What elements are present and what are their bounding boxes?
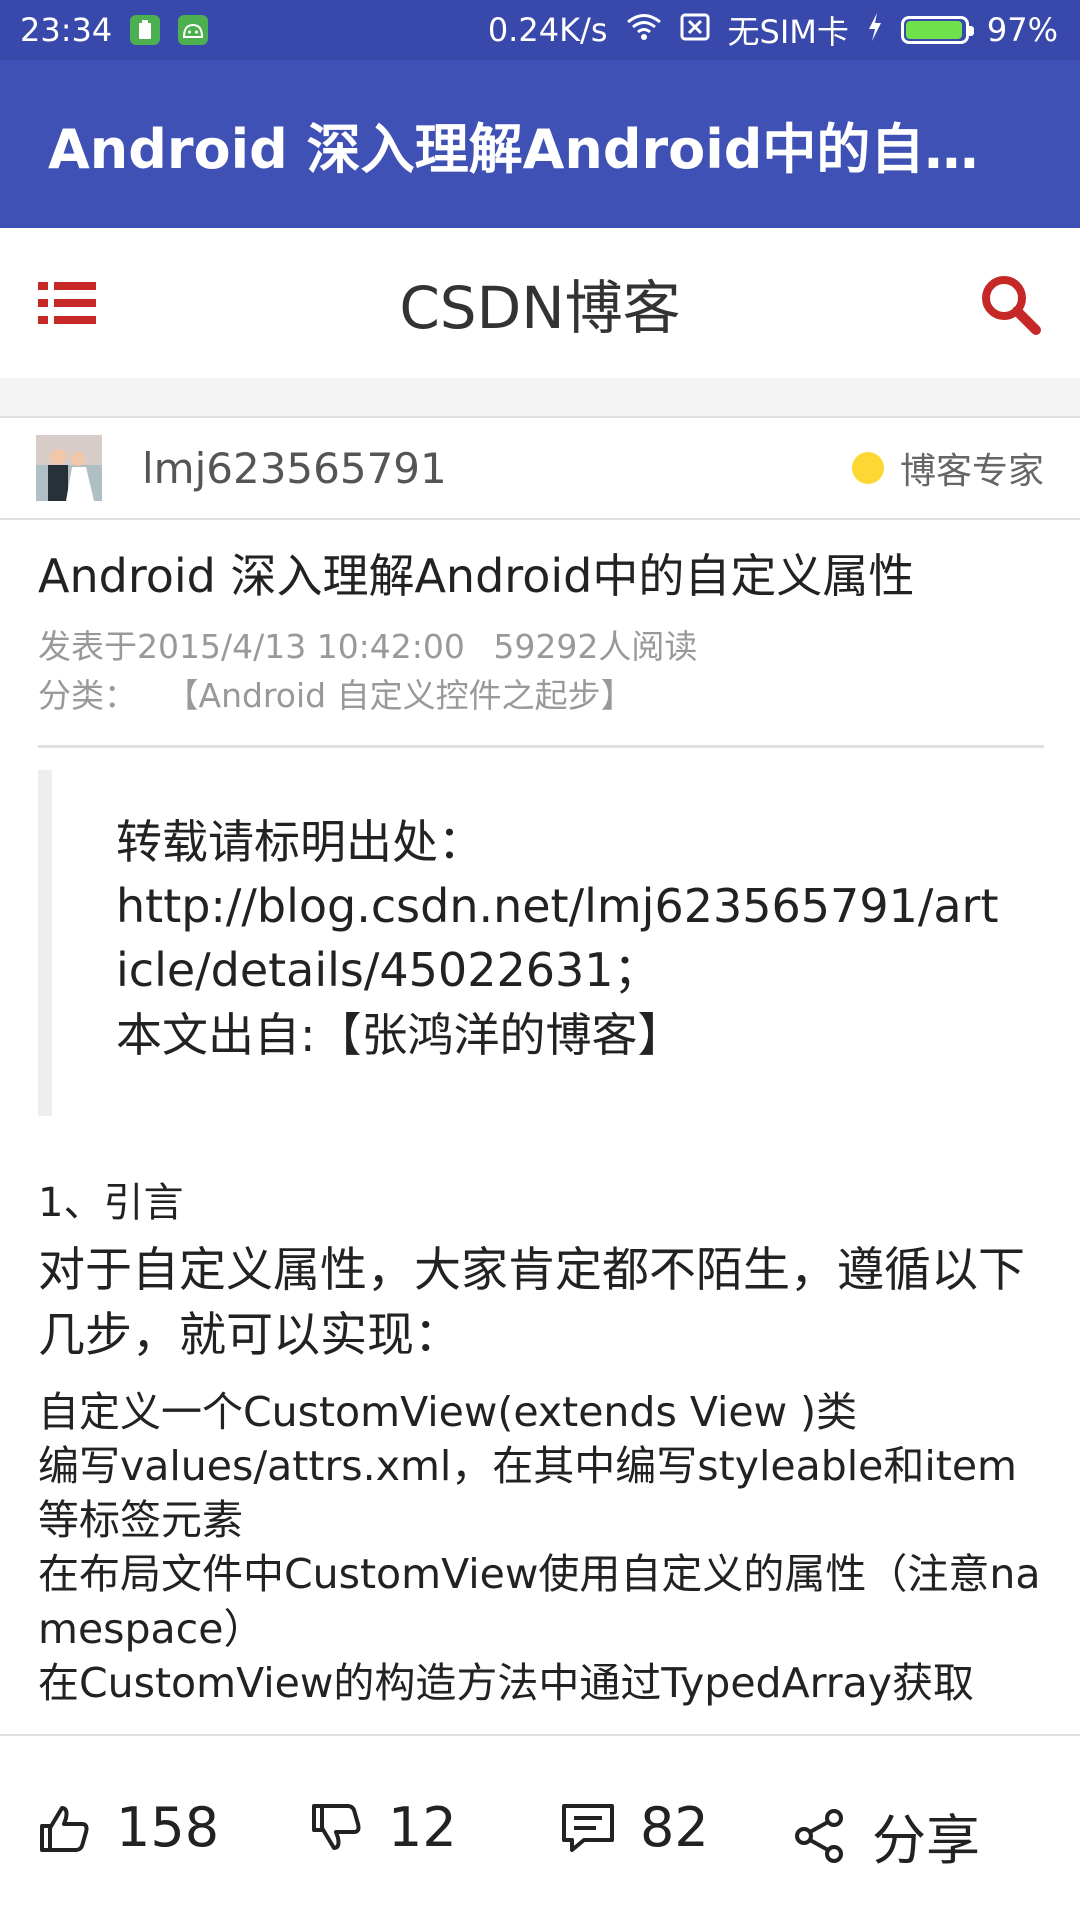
- list-menu-icon: [38, 282, 96, 324]
- status-bar: 23:34 0.24K/s 无SIM卡 97%: [0, 0, 1080, 60]
- section-heading: 1、引言: [38, 1179, 184, 1226]
- category-label: 分类：: [38, 676, 137, 715]
- app-bar: Android 深入理解Android中的自定...: [0, 60, 1080, 228]
- repost-notice: 转载请标明出处： http://blog.csdn.net/lmj6235657…: [38, 769, 1044, 1116]
- expert-badge: 博客专家: [851, 442, 1044, 494]
- charging-icon: [867, 11, 883, 49]
- comment-icon: [562, 1803, 614, 1852]
- avatar[interactable]: [36, 435, 102, 501]
- divider: [38, 744, 1044, 748]
- author-bar: lmj623565791 博客专家: [0, 416, 1080, 520]
- list-item: 在CustomView的构造方法中通过TypedArray获取: [38, 1658, 974, 1707]
- thumbs-up-icon: [40, 1805, 89, 1852]
- comment-button[interactable]: 82: [560, 1796, 709, 1859]
- network-speed: 0.24K/s: [487, 11, 608, 49]
- expert-badge-label: 博客专家: [899, 451, 1044, 492]
- search-icon: [982, 276, 1041, 335]
- menu-button[interactable]: [38, 278, 96, 328]
- share-icon: [795, 1808, 843, 1863]
- app-title: Android 深入理解Android中的自定...: [48, 117, 1032, 181]
- lead-paragraph: 对于自定义属性，大家肯定都不陌生，遵循以下几步，就可以实现：: [38, 1242, 1025, 1364]
- article-title: Android 深入理解Android中的自定义属性: [38, 549, 915, 603]
- repost-label: 转载请标明出处：: [116, 814, 484, 869]
- read-count: 59292人阅读: [493, 626, 698, 666]
- author-name[interactable]: lmj623565791: [142, 444, 852, 493]
- bottom-action-bar: 158 12 82 分享: [0, 1734, 1080, 1920]
- site-title: CSDN博客: [399, 274, 681, 342]
- dislike-button[interactable]: 12: [308, 1796, 457, 1859]
- article-meta: 发表于2015/4/13 10:42:00 59292人阅读 分类： 【Andr…: [38, 622, 1044, 721]
- list-item: 自定义一个CustomView(extends View )类: [38, 1388, 858, 1437]
- dislike-count: 12: [388, 1796, 457, 1859]
- status-time: 23:34: [20, 11, 113, 49]
- no-sim-icon: [680, 11, 710, 49]
- badge-dot-icon: [851, 452, 884, 484]
- publish-date: 发表于2015/4/13 10:42:00: [38, 626, 465, 666]
- thumbs-down-icon: [312, 1803, 361, 1850]
- wifi-icon: [626, 11, 662, 49]
- share-label: 分享: [872, 1809, 980, 1872]
- android-icon: [178, 15, 209, 45]
- list-item: 在布局文件中CustomView使用自定义的属性（注意namespace）: [38, 1550, 1041, 1653]
- category-link[interactable]: 【Android 自定义控件之起步】: [166, 676, 634, 715]
- battery-icon: [900, 16, 974, 44]
- article: Android 深入理解Android中的自定义属性 发表于2015/4/13 …: [38, 548, 1044, 1710]
- list-item: 编写values/attrs.xml，在其中编写styleable和item等标…: [38, 1442, 1017, 1545]
- steps-list: 自定义一个CustomView(extends View )类 编写values…: [38, 1385, 1044, 1710]
- sim-status: 无SIM卡: [727, 13, 849, 51]
- like-button[interactable]: 158: [36, 1796, 219, 1859]
- source-link[interactable]: http://blog.csdn.net/lmj623565791/articl…: [116, 874, 1004, 1003]
- like-count: 158: [116, 1796, 220, 1859]
- share-button[interactable]: 分享: [792, 1796, 980, 1875]
- sim-card-icon: [130, 15, 161, 45]
- search-button[interactable]: [978, 272, 1042, 336]
- source-blog: 本文出自:【张鸿洋的博客】: [116, 1007, 684, 1062]
- site-header: CSDN博客: [0, 228, 1080, 378]
- battery-percent: 97%: [986, 11, 1058, 49]
- comment-count: 82: [640, 1796, 709, 1859]
- header-gap: [0, 378, 1080, 416]
